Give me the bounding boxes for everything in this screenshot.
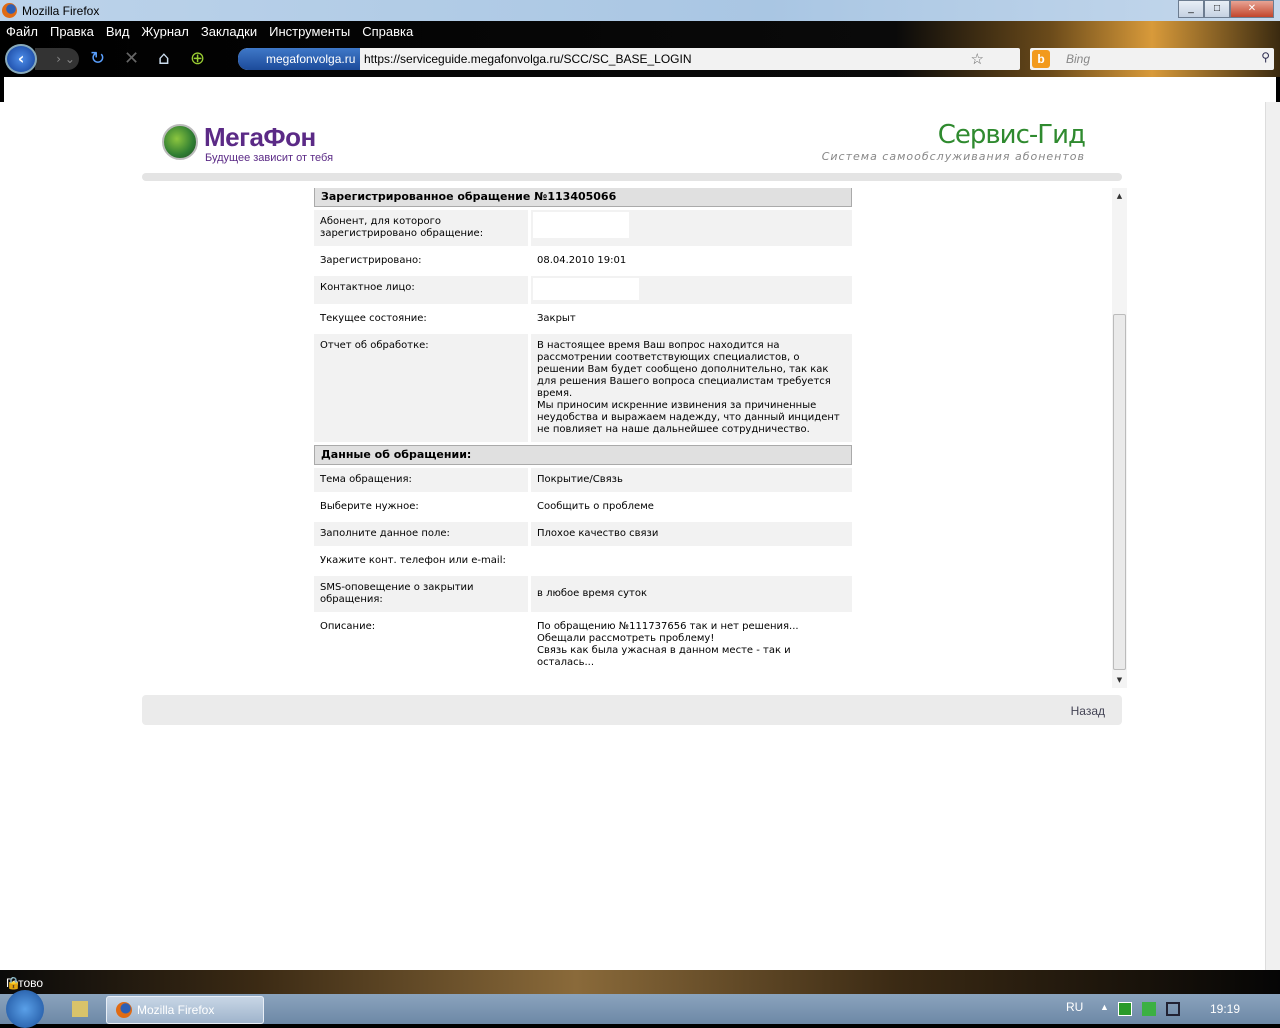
row-label: Отчет об обработке: (314, 334, 531, 442)
page-content: МегаФон Будущее зависит от тебя Сервис-Г… (0, 102, 1265, 970)
system-tray: RU ▲ 19:19 (1060, 994, 1280, 1024)
search-box[interactable]: b Bing ⚲ (1030, 48, 1274, 70)
language-indicator[interactable]: RU (1066, 1000, 1083, 1014)
menu-edit[interactable]: Правка (50, 24, 94, 39)
lock-icon[interactable]: 🔒 (6, 976, 1276, 990)
row-label: Тема обращения: (314, 468, 531, 492)
row-value (531, 276, 852, 304)
menu-tools[interactable]: Инструменты (269, 24, 350, 39)
start-button[interactable] (6, 990, 44, 1028)
site-identity-badge[interactable]: megafonvolga.ru (238, 48, 360, 70)
taskbar-firefox[interactable]: Mozilla Firefox (106, 996, 264, 1024)
table-row: SMS-оповещение о закрытии обращения: в лю… (314, 576, 852, 612)
service-title: Сервис-Гид (937, 120, 1086, 150)
url-input[interactable]: https://serviceguide.megafonvolga.ru/SCC… (364, 52, 692, 66)
taskbar: Mozilla Firefox RU ▲ 19:19 (0, 990, 1280, 1028)
scroll-down-arrow-icon[interactable]: ▼ (1112, 676, 1127, 684)
reload-icon[interactable]: ↻ (90, 48, 105, 69)
menu-bar: Файл Правка Вид Журнал Закладки Инструме… (6, 24, 413, 39)
row-label: Зарегистрировано: (314, 249, 531, 273)
table-row: Зарегистрировано: 08.04.2010 19:01 (314, 249, 852, 273)
address-bar[interactable]: megafonvolga.ru https://serviceguide.meg… (238, 48, 1020, 70)
firefox-icon (2, 3, 17, 18)
forward-button[interactable]: › ⌄ (35, 48, 79, 70)
row-value: По обращению №111737656 так и нет решени… (537, 621, 799, 668)
row-label: SMS-оповещение о закрытии обращения: (314, 576, 531, 612)
row-label: Выберите нужное: (314, 495, 531, 519)
back-link[interactable]: Назад (1071, 704, 1105, 718)
table-row: Укажите конт. телефон или e-mail: (314, 549, 852, 573)
ticket-frame: Зарегистрированное обращение №113405066 … (142, 188, 1128, 690)
row-value: Закрыт (537, 313, 576, 324)
table-row: Контактное лицо: (314, 276, 852, 304)
row-label: Укажите конт. телефон или e-mail: (314, 549, 531, 573)
tray-app-icon[interactable] (1142, 1002, 1156, 1016)
close-button[interactable]: ✕ (1230, 0, 1274, 18)
search-icon[interactable]: ⚲ (1261, 50, 1270, 64)
table-row: Тема обращения: Покрытие/Связь (314, 468, 852, 492)
window-title: Mozilla Firefox (22, 4, 100, 18)
logo-name: МегаФон (204, 122, 316, 152)
minimize-button[interactable]: _ (1178, 0, 1204, 18)
scroll-thumb[interactable] (1113, 314, 1126, 670)
row-value: Покрытие/Связь (531, 468, 852, 492)
row-label: Заполните данное поле: (314, 522, 531, 546)
table-row: Описание: По обращению №111737656 так и н… (314, 615, 852, 675)
tray-app-icon[interactable] (1118, 1002, 1132, 1016)
row-label: Абонент, для которого зарегистрировано о… (314, 210, 531, 246)
hidden-subscriber (533, 212, 629, 238)
maximize-button[interactable]: □ (1204, 0, 1230, 18)
row-value (531, 210, 852, 246)
search-input[interactable]: Bing (1066, 52, 1090, 66)
row-label: Текущее состояние: (314, 307, 531, 331)
menu-bookmarks[interactable]: Закладки (201, 24, 257, 39)
bookmarks-bar (0, 77, 1280, 102)
menu-history[interactable]: Журнал (141, 24, 188, 39)
footer-bar: Назад (142, 695, 1122, 725)
hidden-contact (533, 278, 639, 300)
firefox-icon (116, 1002, 132, 1018)
header-divider (142, 173, 1122, 181)
details-title: Данные об обращении: (314, 445, 852, 465)
stop-icon[interactable]: ✕ (124, 48, 139, 69)
show-hidden-icons[interactable]: ▲ (1100, 1002, 1109, 1012)
download-icon[interactable]: ⊕ (190, 48, 205, 69)
page-scrollbar[interactable] (1265, 102, 1280, 970)
menu-help[interactable]: Справка (362, 24, 413, 39)
ticket-title: Зарегистрированное обращение №113405066 (314, 188, 852, 207)
table-row: Выберите нужное: Сообщить о проблеме (314, 495, 852, 519)
browser-toolbar: Файл Правка Вид Журнал Закладки Инструме… (0, 21, 1280, 77)
bing-icon[interactable]: b (1032, 50, 1050, 68)
row-value: Сообщить о проблеме (537, 501, 654, 512)
taskbar-app-label: Mozilla Firefox (137, 1003, 215, 1017)
row-value (531, 549, 852, 573)
row-value: в любое время суток (531, 576, 852, 612)
service-subtitle: Система самообслуживания абонентов (821, 150, 1085, 163)
row-label: Контактное лицо: (314, 276, 531, 304)
table-row: Отчет об обработке: В настоящее время Ваш… (314, 334, 852, 442)
back-button[interactable]: ‹ (5, 44, 37, 74)
status-bar: Готово 🔒 (0, 970, 1280, 994)
row-value: В настоящее время Ваш вопрос находится н… (531, 334, 852, 442)
scroll-up-arrow-icon[interactable]: ▲ (1112, 192, 1127, 200)
bookmark-star-icon[interactable]: ☆ (971, 50, 984, 68)
table-row: Заполните данное поле: Плохое качество св… (314, 522, 852, 546)
table-row: Текущее состояние: Закрыт (314, 307, 852, 331)
clock[interactable]: 19:19 (1210, 1002, 1240, 1016)
frame-scrollbar[interactable]: ▲ ▼ (1112, 188, 1127, 688)
menu-file[interactable]: Файл (6, 24, 38, 39)
row-value: Плохое качество связи (531, 522, 852, 546)
logo-slogan: Будущее зависит от тебя (205, 152, 334, 164)
ticket-table: Зарегистрированное обращение №113405066 … (314, 188, 852, 678)
row-label: Описание: (314, 615, 531, 675)
menu-view[interactable]: Вид (106, 24, 130, 39)
title-bar: Mozilla Firefox _ □ ✕ (0, 0, 1280, 21)
row-value: 08.04.2010 19:01 (537, 255, 627, 266)
home-icon[interactable]: ⌂ (158, 48, 169, 69)
network-icon[interactable] (1166, 1002, 1180, 1016)
table-row: Абонент, для которого зарегистрировано о… (314, 210, 852, 246)
explorer-icon[interactable] (72, 1001, 88, 1017)
megafon-logo-icon (162, 124, 198, 160)
